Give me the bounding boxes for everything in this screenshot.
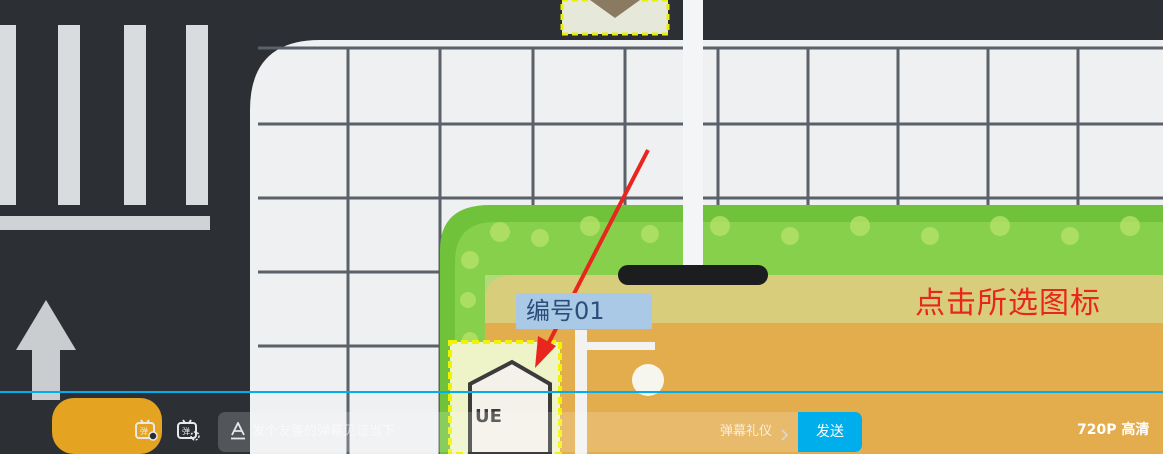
danmaku-settings-icon[interactable]: 弹 [176,419,200,441]
number-plate: 编号01 [516,293,652,329]
player-control-bar: 弹 弹 发个友善的弹幕见证当下 弹幕礼仪 发送 720P 高清 [0,393,1163,454]
video-frame[interactable]: UE 编号01 点击所选图标 [0,0,1163,454]
danmaku-input[interactable]: 发个友善的弹幕见证当下 弹幕礼仪 发送 [218,412,862,452]
svg-text:弹: 弹 [182,426,190,436]
chevron-right-icon [781,426,789,441]
svg-text:弹: 弹 [140,426,148,436]
video-scene: UE [0,0,1163,454]
tutorial-caption: 点击所选图标 [915,286,1101,321]
danmaku-input-placeholder[interactable]: 发个友善的弹幕见证当下 [252,412,395,452]
send-button[interactable]: 发送 [798,412,862,452]
danmaku-etiquette-link[interactable]: 弹幕礼仪 [720,412,772,452]
quality-selector[interactable]: 720P 高清 [1077,419,1149,439]
text-style-icon[interactable] [230,420,246,440]
danmaku-toggle-icon[interactable]: 弹 [134,419,158,441]
